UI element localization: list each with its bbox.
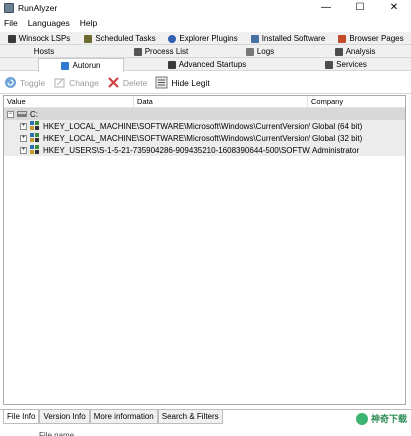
log-icon — [245, 47, 254, 56]
tab-label: Winsock LSPs — [18, 34, 71, 43]
browser-icon — [338, 34, 347, 43]
tab-services[interactable]: Services — [322, 58, 370, 71]
autorun-icon — [61, 61, 70, 70]
tab-logs[interactable]: Logs — [238, 45, 282, 58]
col-value[interactable]: Value — [4, 96, 134, 108]
registry-key-icon — [30, 133, 40, 143]
file-name-label: File name — [39, 431, 75, 436]
tab-more-information[interactable]: More information — [89, 410, 158, 424]
tab-explorer-plugins[interactable]: Explorer Plugins — [164, 32, 242, 45]
tab-row-3: Autorun Advanced Startups Services — [0, 58, 411, 72]
tab-label: Advanced Startups — [178, 60, 247, 69]
edit-icon — [53, 76, 66, 89]
tab-label: Hosts — [33, 47, 55, 56]
tab-file-info[interactable]: File Info — [3, 410, 40, 424]
tab-scheduled-tasks[interactable]: Scheduled Tasks — [80, 32, 160, 45]
tree-row[interactable]: + HKEY_LOCAL_MACHINE\SOFTWARE\Microsoft\… — [4, 120, 405, 132]
row-value: C: — [30, 109, 38, 119]
row-value: HKEY_LOCAL_MACHINE\SOFTWARE\Microsoft\Wi… — [43, 133, 310, 143]
process-icon — [133, 47, 142, 56]
toggle-button[interactable]: Toggle — [4, 76, 45, 89]
registry-key-icon — [30, 145, 40, 155]
change-button[interactable]: Change — [53, 76, 99, 89]
change-label: Change — [69, 77, 99, 88]
tab-label: Services — [336, 60, 367, 69]
bottom-tabs: File Info Version Info More information … — [3, 410, 223, 424]
tab-version-info[interactable]: Version Info — [39, 410, 90, 424]
tab-label: Analysis — [345, 47, 376, 56]
clock-icon — [84, 34, 93, 43]
watermark: 神奇下载 — [355, 412, 407, 425]
tab-label: Autorun — [72, 61, 101, 70]
tab-advanced-startups[interactable]: Advanced Startups — [164, 58, 250, 71]
maximize-button[interactable]: ☐ — [343, 0, 377, 15]
tab-hosts[interactable]: Hosts — [2, 45, 86, 58]
tab-analysis[interactable]: Analysis — [330, 45, 380, 58]
column-header: Value Data Company — [4, 96, 405, 108]
col-data[interactable]: Data — [134, 96, 308, 108]
tab-browser-pages[interactable]: Browser Pages — [335, 32, 407, 45]
tab-autorun[interactable]: Autorun — [38, 58, 124, 72]
startup-icon — [167, 60, 176, 69]
delete-label: Delete — [122, 77, 148, 88]
menu-languages[interactable]: Languages — [28, 18, 70, 28]
row-company: Global (64 bit) — [312, 121, 363, 131]
delete-button[interactable]: Delete — [107, 76, 148, 89]
close-button[interactable]: ✕ — [377, 0, 411, 15]
minimize-button[interactable]: — — [309, 0, 343, 15]
toggle-label: Toggle — [20, 77, 46, 88]
tab-label: Logs — [256, 47, 275, 56]
tab-row-1: Winsock LSPs Scheduled Tasks Explorer Pl… — [0, 32, 411, 45]
tab-process-list[interactable]: Process List — [118, 45, 204, 58]
watermark-text: 神奇下载 — [370, 414, 407, 424]
row-value: HKEY_LOCAL_MACHINE\SOFTWARE\Microsoft\Wi… — [43, 121, 310, 131]
collapse-toggle[interactable]: − — [7, 110, 14, 118]
menu-file[interactable]: File — [4, 18, 18, 28]
software-icon — [250, 34, 259, 43]
tab-search-filters[interactable]: Search & Filters — [157, 410, 223, 424]
row-company: Administrator — [312, 145, 360, 155]
tab-winsock-lsps[interactable]: Winsock LSPs — [2, 32, 76, 45]
tree-row[interactable]: + HKEY_LOCAL_MACHINE\SOFTWARE\Microsoft\… — [4, 132, 405, 144]
winsock-icon — [7, 34, 16, 43]
tab-label: Scheduled Tasks — [95, 34, 156, 43]
puzzle-icon — [168, 34, 177, 43]
expand-toggle[interactable]: + — [20, 146, 27, 154]
col-company[interactable]: Company — [308, 96, 405, 108]
row-company: Global (32 bit) — [312, 133, 363, 143]
hide-legit-button[interactable]: Hide Legit — [155, 76, 210, 89]
gear-icon — [334, 47, 343, 56]
filter-icon — [155, 76, 168, 89]
drive-icon — [17, 109, 27, 119]
delete-icon — [107, 76, 120, 89]
autorun-tree-grid[interactable]: Value Data Company − C: + HKEY_LOCAL_MAC… — [3, 95, 406, 405]
menu-help[interactable]: Help — [80, 18, 97, 28]
tab-label: Installed Software — [261, 34, 326, 43]
expand-toggle[interactable]: + — [20, 134, 27, 142]
gears-icon — [325, 60, 334, 69]
hide-legit-label: Hide Legit — [171, 77, 210, 88]
toolbar: Toggle Change Delete Hide Legit — [0, 72, 411, 94]
tab-label: Explorer Plugins — [179, 34, 238, 43]
registry-key-icon — [30, 121, 40, 131]
tab-installed-software[interactable]: Installed Software — [246, 32, 330, 45]
row-value: HKEY_USERS\S-1-5-21-735904286-909435210-… — [43, 145, 310, 155]
app-icon — [4, 2, 14, 13]
tab-row-2: Hosts Process List Logs Analysis — [0, 45, 411, 58]
tree-row-root[interactable]: − C: — [4, 108, 405, 120]
window-controls: — ☐ ✕ — [309, 0, 411, 15]
tree-row[interactable]: + HKEY_USERS\S-1-5-21-735904286-90943521… — [4, 144, 405, 156]
expand-toggle[interactable]: + — [20, 122, 27, 130]
title-bar: RunAlyzer — ☐ ✕ — [0, 0, 411, 15]
watermark-logo-icon — [355, 412, 368, 425]
tab-label: Browser Pages — [349, 34, 404, 43]
menu-bar: File Languages Help — [0, 16, 411, 30]
tab-label: Process List — [144, 47, 189, 56]
toggle-icon — [4, 76, 17, 89]
window-title: RunAlyzer — [18, 2, 58, 13]
